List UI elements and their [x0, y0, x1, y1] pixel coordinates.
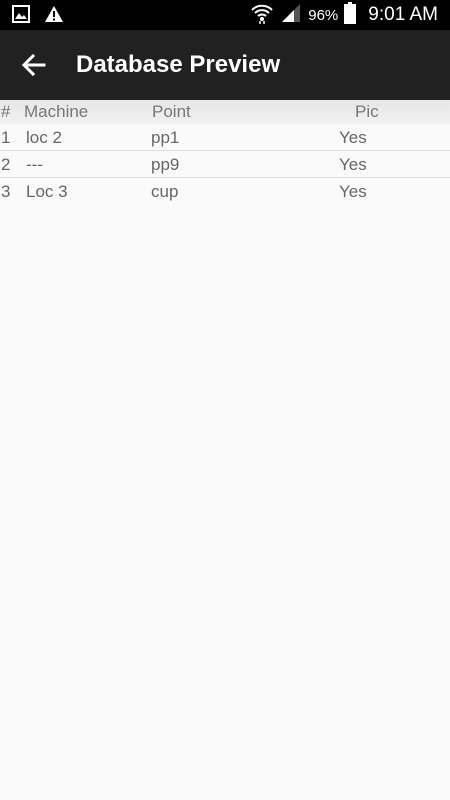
row-machine: Loc 3 [26, 182, 68, 201]
header-machine: Machine [24, 102, 89, 121]
battery-percent: 96% [308, 6, 339, 24]
page-title: Database Preview [76, 51, 281, 78]
wifi-icon [250, 2, 274, 29]
row-pic: Yes [339, 128, 367, 147]
header-num: # [1, 102, 11, 121]
arrow-left-icon [21, 53, 46, 77]
row-num: 3 [1, 182, 11, 201]
row-point: cup [151, 182, 179, 201]
row-pic: Yes [339, 182, 367, 201]
warning-icon [44, 5, 64, 28]
battery-icon [344, 1, 357, 29]
row-machine: --- [26, 155, 43, 174]
row-pic: Yes [339, 155, 367, 174]
header-pic: Pic [355, 102, 379, 121]
table-header: # Machine Point Pic [0, 100, 450, 124]
app-bar: Database Preview [0, 30, 450, 100]
status-bar: 96% 9:01 AM [0, 0, 450, 30]
image-notification-icon [12, 5, 30, 28]
table-row[interactable]: 2 --- pp9 Yes [0, 151, 450, 178]
row-num: 2 [1, 155, 11, 174]
header-point: Point [152, 102, 191, 121]
table-row[interactable]: 3 Loc 3 cup Yes [0, 178, 450, 205]
row-point: pp9 [151, 155, 180, 174]
row-machine: loc 2 [26, 128, 62, 147]
row-point: pp1 [151, 128, 180, 147]
signal-icon [280, 3, 302, 28]
clock: 9:01 AM [368, 4, 438, 25]
row-num: 1 [1, 128, 11, 147]
back-button[interactable] [18, 50, 50, 80]
table-row[interactable]: 1 loc 2 pp1 Yes [0, 124, 450, 151]
